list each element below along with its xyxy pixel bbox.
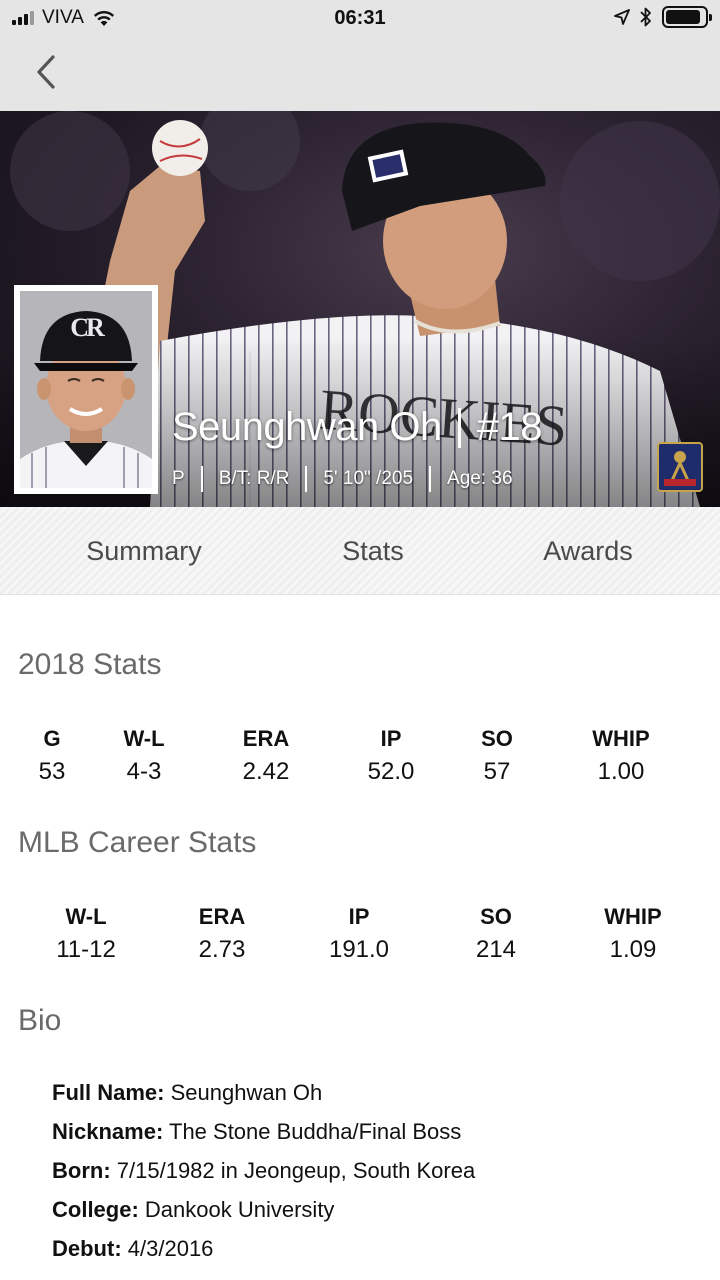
player-name: Seunghwan Oh [172,405,442,449]
season-stat-label: SO [481,726,513,751]
player-height-weight: 5' 10" /205 [323,468,414,489]
status-time: 06:31 [334,7,386,29]
player-meta: P B/T: R/R 5' 10" /205 Age: 36 [172,466,513,492]
season-stat-label: G [43,726,61,751]
bio-label: Full Name: [52,1080,165,1105]
tab-awards[interactable]: Awards [488,507,688,595]
back-button[interactable] [28,52,64,92]
meta-divider [200,466,203,492]
bio-born: Born: 7/15/1982 in Jeongeup, South Korea [52,1158,475,1184]
season-stat-value: 2.42 [242,758,290,785]
players-association-logo [657,442,703,492]
career-stat-value: 11-12 [56,936,116,963]
bio-label: Born: [52,1158,111,1183]
battery-icon [662,6,712,28]
bio-value: 4/3/2016 [127,1236,214,1261]
career-stat-label: W-L [65,904,107,929]
season-stat-label: WHIP [592,726,650,751]
status-bar: VIVA 06:31 [0,0,720,38]
player-name-line: Seunghwan Oh #18 [172,405,543,450]
career-stat-value: 191.0 [328,936,390,963]
bio-label: College: [52,1197,139,1222]
season-stat-value: 53 [38,758,66,785]
meta-divider [429,466,432,492]
headshot-photo: CR [20,291,152,488]
tab-stats[interactable]: Stats [273,507,473,595]
player-age: Age: 36 [447,468,513,489]
bio-college: College: Dankook University [52,1197,334,1223]
career-stats-title: MLB Career Stats [18,826,257,859]
career-stat-value: 1.09 [609,936,657,963]
season-stat-value: 4-3 [126,758,162,785]
bio-value: Dankook University [144,1197,335,1222]
player-bats-throws: B/T: R/R [218,468,290,489]
bio-value: The Stone Buddha/Final Boss [169,1119,462,1144]
bio-debut: Debut: 4/3/2016 [52,1236,213,1262]
season-stat-label: W-L [123,726,165,751]
season-stat-label: ERA [242,726,290,751]
name-divider [457,407,461,448]
tab-bar: Summary Stats Awards [0,507,720,595]
cap-logo: CR [70,313,105,342]
battery-fill [666,10,701,24]
location-arrow-icon [614,9,630,25]
season-stat-value: 1.00 [597,758,645,785]
player-position: P [172,468,185,489]
season-stats-title: 2018 Stats [18,648,162,681]
season-stat-label: IP [380,726,402,751]
status-right [614,6,712,28]
player-headshot: CR [14,285,158,494]
career-stat-value: 2.73 [198,936,246,963]
bio-title: Bio [18,1004,62,1037]
chevron-left-icon [37,55,55,89]
bio-label: Nickname: [52,1119,164,1144]
top-bar: VIVA 06:31 [0,0,720,111]
meta-divider [305,466,308,492]
career-stat-value: 214 [475,936,517,963]
bluetooth-icon [640,7,651,27]
career-stat-label: ERA [198,904,246,929]
career-stat-label: IP [348,904,370,929]
bio-label: Debut: [52,1236,122,1261]
season-stat-value: 52.0 [367,758,415,785]
tab-summary[interactable]: Summary [44,507,244,595]
player-number: #18 [476,405,543,449]
bio-full-name: Full Name: Seunghwan Oh [52,1080,322,1106]
bio-value: 7/15/1982 in Jeongeup, South Korea [116,1158,476,1183]
season-stat-value: 57 [483,758,511,785]
bio-nickname: Nickname: The Stone Buddha/Final Boss [52,1119,461,1145]
career-stat-label: SO [480,904,512,929]
bio-value: Seunghwan Oh [170,1080,323,1105]
career-stat-label: WHIP [604,904,662,929]
